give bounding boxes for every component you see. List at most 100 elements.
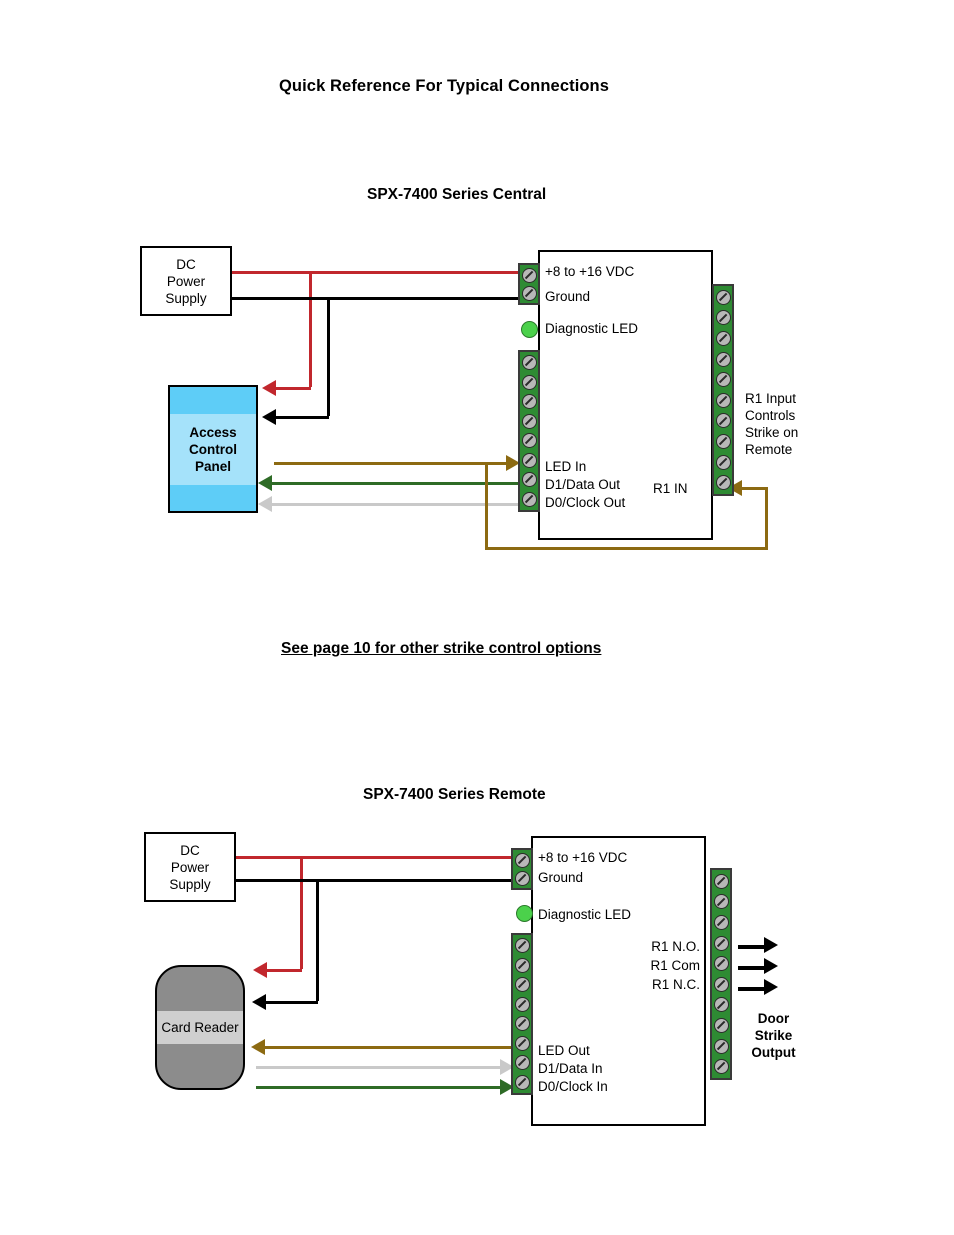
terminal-screw[interactable]	[514, 1016, 530, 1032]
terminal-screw[interactable]	[521, 267, 537, 283]
remote-power-positive-arrow	[253, 962, 267, 978]
terminal-screw[interactable]	[715, 392, 731, 408]
central-power-terminal-strip[interactable]	[518, 263, 540, 305]
terminal-screw[interactable]	[514, 977, 530, 993]
central-power-positive-drop	[309, 271, 312, 387]
remote-strike-output-arrow-1	[764, 937, 778, 953]
remote-data1-wire	[256, 1066, 502, 1069]
page-title: Quick Reference For Typical Connections	[279, 77, 610, 95]
terminal-screw[interactable]	[713, 914, 729, 930]
terminal-screw[interactable]	[715, 289, 731, 305]
terminal-screw[interactable]	[713, 1038, 729, 1054]
central-power-ground-wire	[232, 297, 522, 300]
remote-strike-output-line-3	[738, 987, 766, 991]
remote-heading: SPX-7400 Series Remote	[363, 786, 546, 803]
central-power-positive-arrow	[262, 380, 276, 396]
central-r1-loop-right-leg	[765, 487, 768, 547]
terminal-screw[interactable]	[521, 374, 537, 390]
terminal-screw[interactable]	[713, 1059, 729, 1075]
terminal-screw[interactable]	[514, 938, 530, 954]
terminal-screw[interactable]	[715, 372, 731, 388]
terminal-screw[interactable]	[521, 472, 537, 488]
central-data1-arrow	[258, 475, 272, 491]
terminal-screw[interactable]	[514, 957, 530, 973]
remote-power-positive-wire	[236, 856, 516, 859]
central-relay-terminal-strip[interactable]	[712, 284, 734, 496]
terminal-screw[interactable]	[713, 935, 729, 951]
remote-strike-output-line-1	[738, 945, 766, 949]
central-r1-loop-left-leg	[485, 462, 488, 547]
terminal-screw[interactable]	[715, 310, 731, 326]
central-terminal-label-led-in: LED In	[545, 459, 587, 474]
terminal-screw[interactable]	[521, 452, 537, 468]
remote-terminal-label-vdc: +8 to +16 VDC	[538, 850, 628, 865]
terminal-screw[interactable]	[514, 1055, 530, 1071]
central-terminal-label-ground: Ground	[545, 289, 591, 304]
remote-terminal-label-d0: D0/Clock In	[538, 1079, 608, 1094]
terminal-screw[interactable]	[521, 355, 537, 371]
central-relay-input-label: R1 IN	[653, 481, 688, 496]
terminal-screw[interactable]	[715, 433, 731, 449]
remote-terminal-label-ground: Ground	[538, 870, 584, 885]
central-led-in-wire	[274, 462, 509, 465]
terminal-screw[interactable]	[514, 996, 530, 1012]
central-power-ground-to-panel	[276, 416, 329, 419]
central-access-control-panel-label: Access Control Panel	[170, 413, 256, 485]
central-diagnostic-led-label: Diagnostic LED	[545, 321, 639, 336]
terminal-screw[interactable]	[521, 491, 537, 507]
terminal-screw[interactable]	[715, 475, 731, 491]
terminal-screw[interactable]	[514, 1074, 530, 1090]
terminal-screw[interactable]	[715, 413, 731, 429]
central-power-ground-drop	[327, 297, 330, 416]
remote-relay-terminal-strip[interactable]	[710, 868, 732, 1080]
central-r1-loop-to-terminal	[742, 487, 767, 490]
remote-terminal-label-d1: D1/Data In	[538, 1061, 603, 1076]
remote-led-out-arrow	[251, 1039, 265, 1055]
central-access-control-panel: Access Control Panel	[168, 385, 258, 513]
terminal-screw[interactable]	[514, 1035, 530, 1051]
remote-power-terminal-strip[interactable]	[511, 848, 533, 890]
central-signal-terminal-strip[interactable]	[518, 350, 540, 512]
terminal-screw[interactable]	[514, 870, 530, 886]
terminal-screw[interactable]	[521, 433, 537, 449]
terminal-screw[interactable]	[713, 997, 729, 1013]
terminal-screw[interactable]	[713, 956, 729, 972]
diagram-page: Quick Reference For Typical Connections …	[0, 0, 954, 1235]
central-data0-wire	[272, 503, 519, 506]
central-dc-power-supply: DC Power Supply	[140, 246, 232, 316]
remote-dc-power-supply-label: DC Power Supply	[169, 842, 211, 892]
terminal-screw[interactable]	[521, 285, 537, 301]
central-dc-power-supply-label: DC Power Supply	[165, 256, 207, 306]
remote-strike-output-arrow-2	[764, 958, 778, 974]
terminal-screw[interactable]	[521, 413, 537, 429]
terminal-screw[interactable]	[713, 894, 729, 910]
remote-diagnostic-led-indicator	[516, 905, 533, 922]
remote-data0-wire	[256, 1086, 502, 1089]
remote-strike-output-label: Door Strike Output	[751, 1011, 796, 1060]
remote-relay-label-no: R1 N.O.	[651, 939, 700, 954]
terminal-screw[interactable]	[713, 873, 729, 889]
central-heading: SPX-7400 Series Central	[367, 186, 547, 203]
central-data0-arrow	[258, 496, 272, 512]
remote-card-reader-label: Card Reader	[157, 1011, 243, 1044]
terminal-screw[interactable]	[713, 1017, 729, 1033]
central-power-ground-arrow	[262, 409, 276, 425]
remote-power-ground-arrow	[252, 994, 266, 1010]
terminal-screw[interactable]	[514, 852, 530, 868]
central-data1-wire	[272, 482, 519, 485]
central-diagnostic-led-indicator	[521, 321, 538, 338]
strike-options-note: See page 10 for other strike control opt…	[281, 640, 602, 657]
terminal-screw[interactable]	[713, 976, 729, 992]
remote-dc-power-supply: DC Power Supply	[144, 832, 236, 902]
central-terminal-label-d1: D1/Data Out	[545, 477, 621, 492]
remote-relay-label-nc: R1 N.C.	[651, 977, 700, 992]
central-terminal-label-d0: D0/Clock Out	[545, 495, 626, 510]
terminal-screw[interactable]	[715, 454, 731, 470]
central-terminal-label-vdc: +8 to +16 VDC	[545, 264, 635, 279]
terminal-screw[interactable]	[715, 330, 731, 346]
remote-power-ground-drop	[316, 879, 319, 1001]
remote-relay-label-com: R1 Com	[650, 958, 700, 973]
terminal-screw[interactable]	[521, 394, 537, 410]
terminal-screw[interactable]	[715, 351, 731, 367]
remote-signal-terminal-strip[interactable]	[511, 933, 533, 1095]
